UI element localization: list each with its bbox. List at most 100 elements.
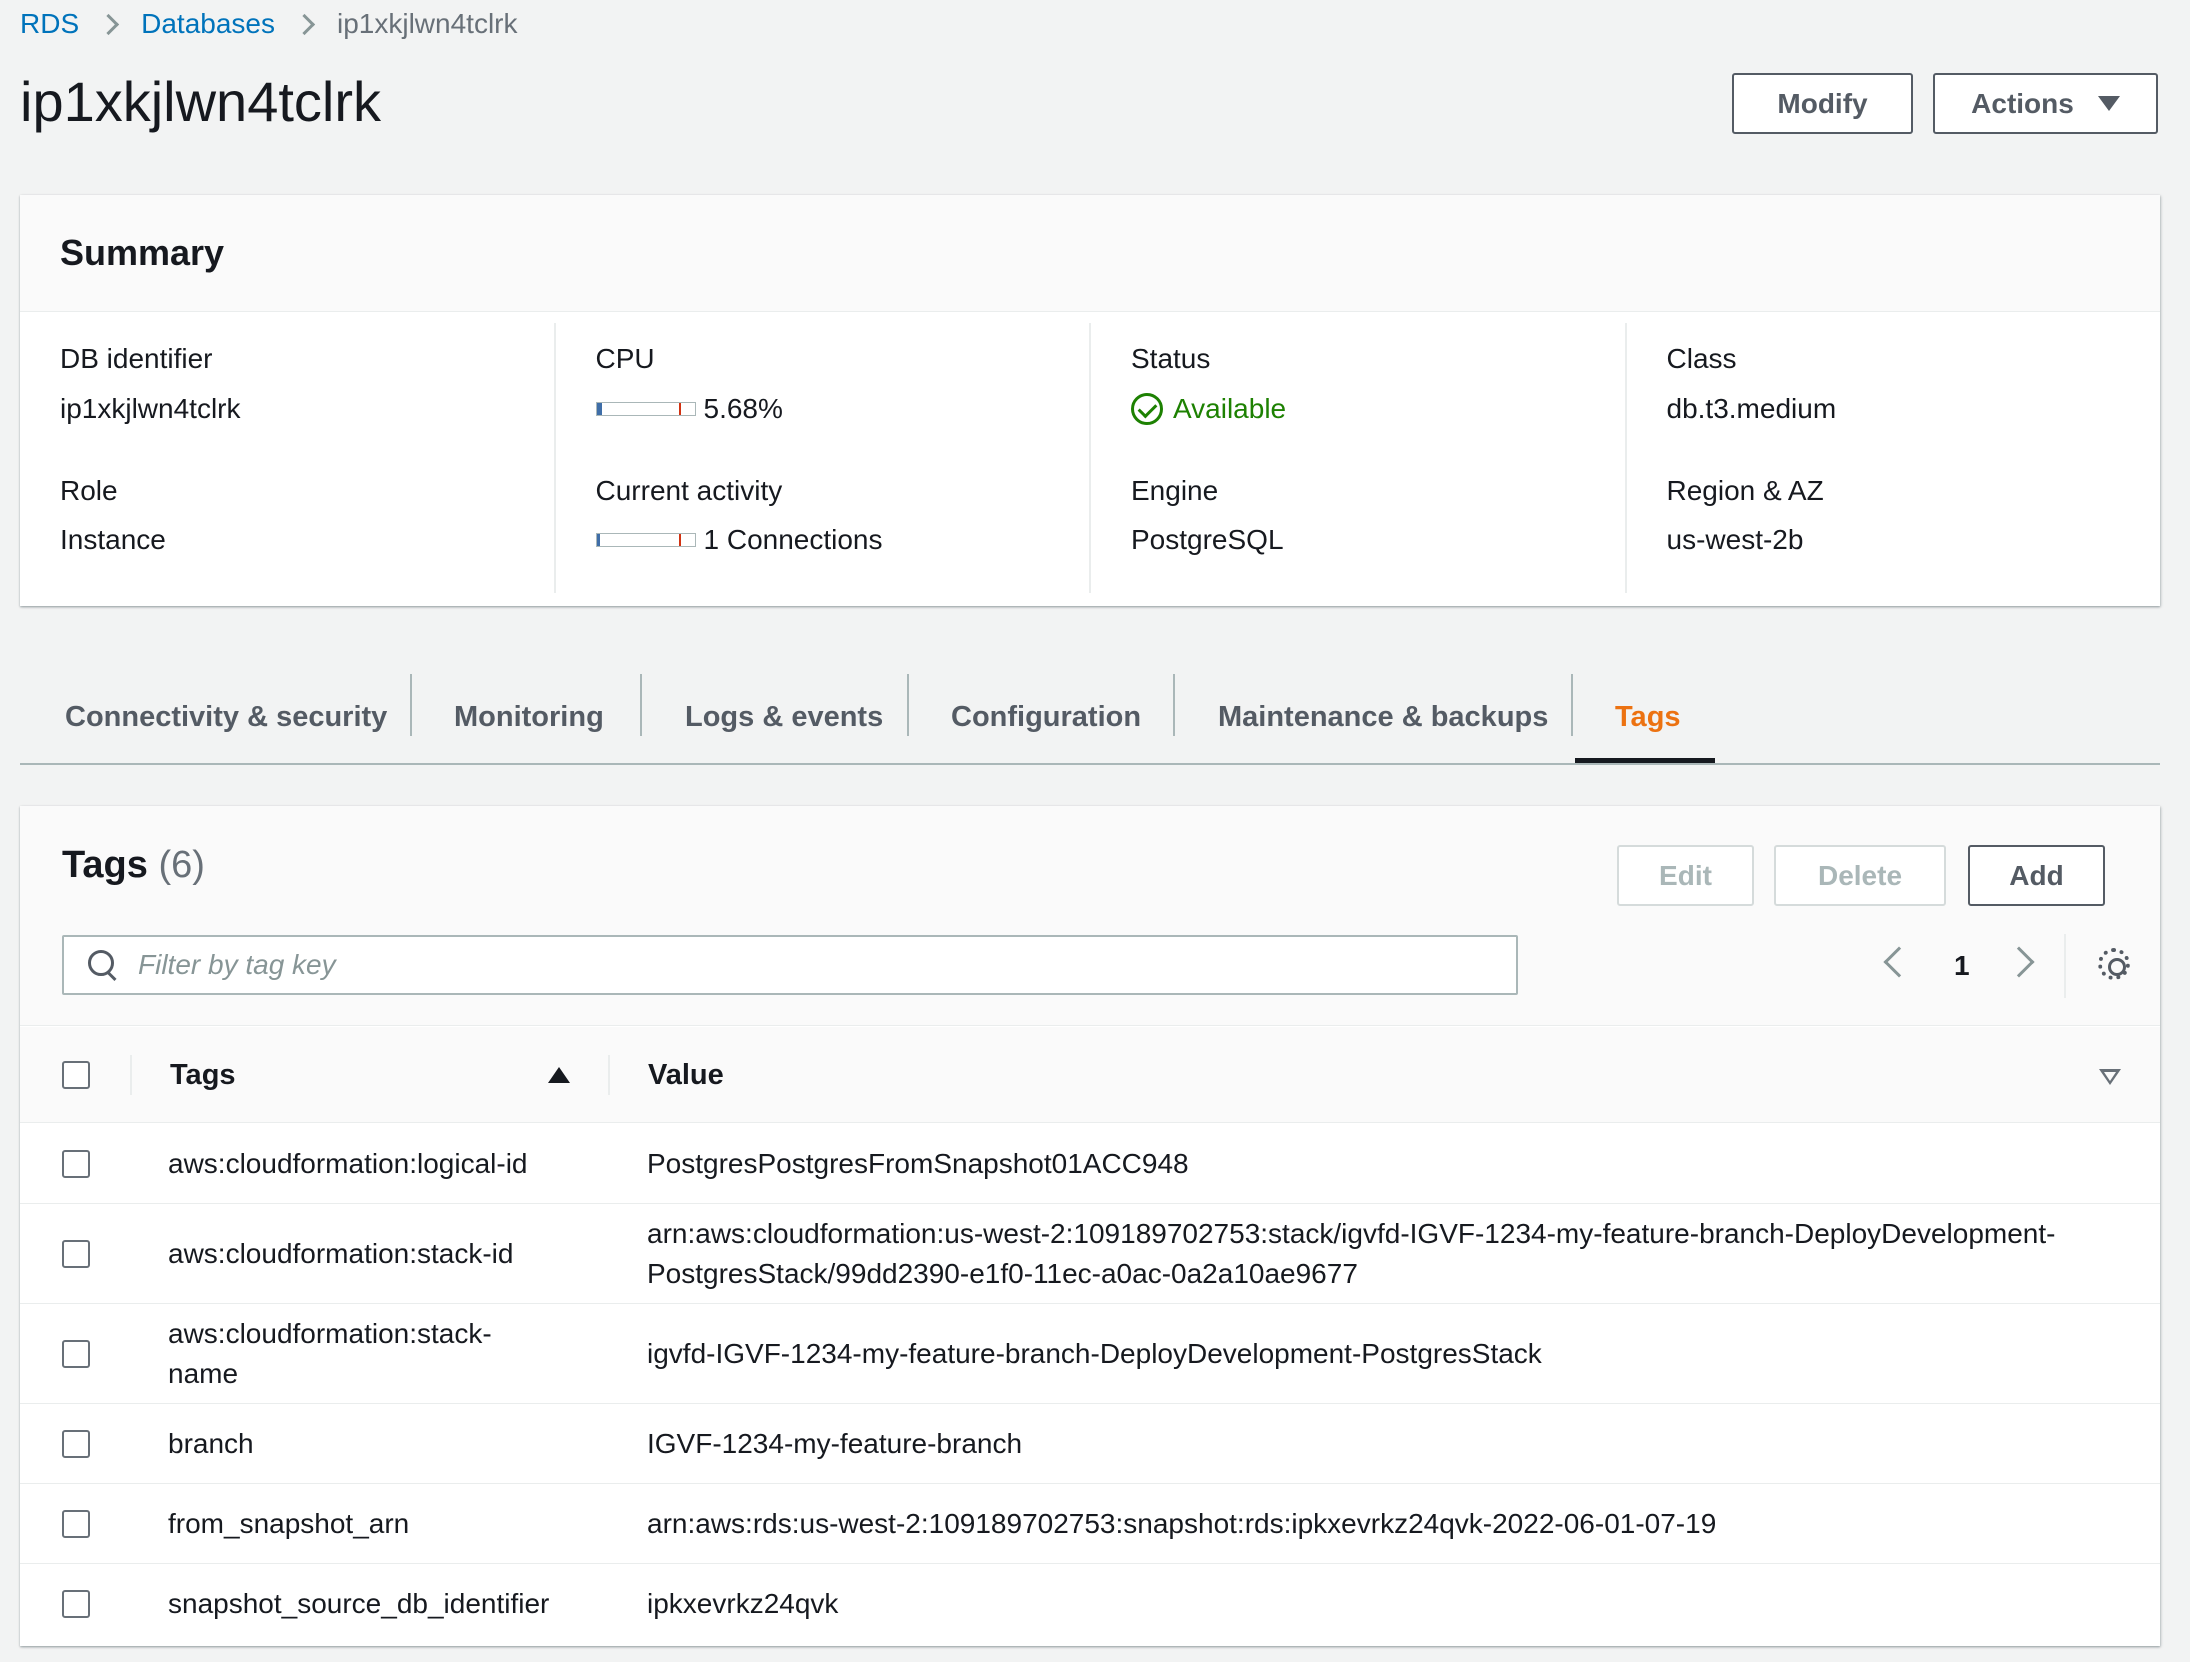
table-row: from_snapshot_arn arn:aws:rds:us-west-2:…: [20, 1484, 2160, 1564]
column-divider: [130, 1055, 132, 1095]
tag-value: IGVF-1234-my-feature-branch: [647, 1428, 1023, 1459]
row-checkbox[interactable]: [62, 1150, 90, 1178]
status-value: Available: [1131, 393, 1286, 425]
cpu-metric: 5.68%: [595, 393, 783, 425]
tab-divider: [907, 674, 909, 736]
role-value: Instance: [60, 524, 166, 555]
tag-value: arn:aws:rds:us-west-2:109189702753:snaps…: [647, 1508, 1717, 1539]
row-checkbox[interactable]: [62, 1430, 90, 1458]
class-value: db.t3.medium: [1666, 393, 1837, 424]
db-identifier-value: ip1xkjlwn4tclrk: [60, 393, 241, 424]
breadcrumb: RDS Databases ip1xkjlwn4tclrk: [20, 6, 518, 42]
table-row: aws:cloudformation:stack-name igvfd-IGVF…: [20, 1304, 2160, 1404]
tab-divider: [410, 674, 412, 736]
engine-value: PostgreSQL: [1131, 524, 1284, 555]
sort-ascending-icon[interactable]: [548, 1067, 570, 1083]
breadcrumb-current: ip1xkjlwn4tclrk: [337, 8, 518, 39]
current-page-number[interactable]: 1: [1954, 942, 1970, 990]
add-button-label: Add: [2009, 859, 2064, 891]
engine-label: Engine: [1131, 475, 1219, 506]
tag-key: aws:cloudformation:stack-id: [168, 1238, 514, 1269]
filter-search-box: [62, 935, 1518, 995]
connections-threshold-mark: [678, 534, 681, 546]
status-text: Available: [1173, 393, 1287, 424]
summary-title: Summary: [20, 195, 2160, 312]
delete-button[interactable]: Delete: [1774, 845, 1946, 906]
cpu-usage-fill: [596, 403, 603, 415]
column-divider: [608, 1055, 610, 1095]
tag-key: snapshot_source_db_identifier: [168, 1588, 550, 1619]
modify-button-label: Modify: [1777, 87, 1868, 119]
summary-column-status: Status Available Engine PostgreSQL: [1089, 323, 1625, 593]
edit-button[interactable]: Edit: [1617, 845, 1754, 906]
tab-divider: [1173, 674, 1175, 736]
summary-panel: Summary DB identifier ip1xkjlwn4tclrk Ro…: [20, 195, 2160, 606]
table-row: snapshot_source_db_identifier ipkxevrkz2…: [20, 1564, 2160, 1644]
tab-logs-events[interactable]: Logs & events: [685, 670, 883, 765]
active-tab-indicator: [1575, 758, 1715, 763]
detail-tabs: Connectivity & security Monitoring Logs …: [20, 670, 2160, 765]
summary-column-metrics: CPU 5.68% Current activity 1 Connections: [553, 323, 1090, 593]
page-title: ip1xkjlwn4tclrk: [20, 70, 381, 133]
current-activity-metric: 1 Connections: [595, 524, 883, 556]
tab-connectivity-security[interactable]: Connectivity & security: [65, 670, 387, 765]
summary-column-identity: DB identifier ip1xkjlwn4tclrk Role Insta…: [20, 323, 554, 593]
table-row: branch IGVF-1234-my-feature-branch: [20, 1404, 2160, 1484]
caret-down-icon: [2097, 96, 2120, 111]
add-button[interactable]: Add: [1968, 845, 2105, 906]
cpu-value: 5.68%: [703, 393, 783, 424]
chevron-right-icon: [297, 10, 315, 38]
pager-divider: [2064, 934, 2066, 998]
table-row: aws:cloudformation:stack-id arn:aws:clou…: [20, 1204, 2160, 1304]
role-label: Role: [60, 475, 118, 506]
tab-maintenance-backups[interactable]: Maintenance & backups: [1218, 670, 1548, 765]
breadcrumb-rds-link[interactable]: RDS: [20, 6, 79, 42]
tag-key: branch: [168, 1428, 254, 1459]
modify-button[interactable]: Modify: [1732, 73, 1913, 134]
previous-page-icon[interactable]: [1883, 946, 1915, 978]
row-checkbox[interactable]: [62, 1240, 90, 1268]
tag-key: from_snapshot_arn: [168, 1508, 410, 1539]
summary-grid: DB identifier ip1xkjlwn4tclrk Role Insta…: [20, 323, 2160, 593]
tag-value: igvfd-IGVF-1234-my-feature-branch-Deploy…: [647, 1338, 1542, 1369]
search-icon: [86, 948, 120, 982]
select-all-checkbox[interactable]: [62, 1061, 90, 1089]
chevron-right-icon: [101, 10, 119, 38]
connections-bar: [595, 533, 696, 547]
filter-tag-key-input[interactable]: [138, 949, 1488, 981]
tag-key: aws:cloudformation:logical-id: [168, 1148, 528, 1179]
current-activity-value: 1 Connections: [703, 524, 883, 555]
column-header-value[interactable]: Value: [648, 1027, 724, 1123]
gear-icon[interactable]: [2098, 948, 2130, 980]
column-header-tags[interactable]: Tags: [170, 1027, 236, 1123]
check-circle-icon: [1131, 393, 1163, 425]
tag-value: ipkxevrkz24qvk: [647, 1588, 839, 1619]
tab-monitoring[interactable]: Monitoring: [454, 670, 604, 765]
row-checkbox[interactable]: [62, 1340, 90, 1368]
tag-key: aws:cloudformation:stack-name: [168, 1318, 492, 1389]
connections-fill: [596, 534, 601, 546]
tab-divider: [1571, 674, 1573, 736]
next-page-icon[interactable]: [2003, 946, 2035, 978]
db-identifier-label: DB identifier: [60, 343, 213, 374]
breadcrumb-databases-link[interactable]: Databases: [141, 6, 275, 42]
row-checkbox[interactable]: [62, 1590, 90, 1618]
table-header: Tags Value: [20, 1027, 2160, 1123]
summary-column-class: Class db.t3.medium Region & AZ us-west-2…: [1624, 323, 2161, 593]
sort-unsorted-icon[interactable]: [2099, 1069, 2121, 1085]
tags-panel: Tags (6) Edit Delete Add 1 Tags Value: [20, 806, 2160, 1646]
tags-header: Tags (6) Edit Delete Add 1: [20, 806, 2160, 1026]
tab-tags[interactable]: Tags: [1615, 670, 1681, 765]
row-checkbox[interactable]: [62, 1510, 90, 1538]
actions-button[interactable]: Actions: [1933, 73, 2158, 134]
tag-value: arn:aws:cloudformation:us-west-2:1091897…: [647, 1218, 2056, 1289]
edit-button-label: Edit: [1659, 859, 1712, 891]
tab-divider: [640, 674, 642, 736]
tag-value: PostgresPostgresFromSnapshot01ACC948: [647, 1148, 1189, 1179]
region-az-value: us-west-2b: [1666, 524, 1804, 555]
status-label: Status: [1131, 343, 1211, 374]
cpu-threshold-mark: [678, 403, 681, 415]
tab-configuration[interactable]: Configuration: [951, 670, 1141, 765]
tags-title: Tags (6): [62, 844, 205, 887]
table-row: aws:cloudformation:logical-id PostgresPo…: [20, 1124, 2160, 1204]
